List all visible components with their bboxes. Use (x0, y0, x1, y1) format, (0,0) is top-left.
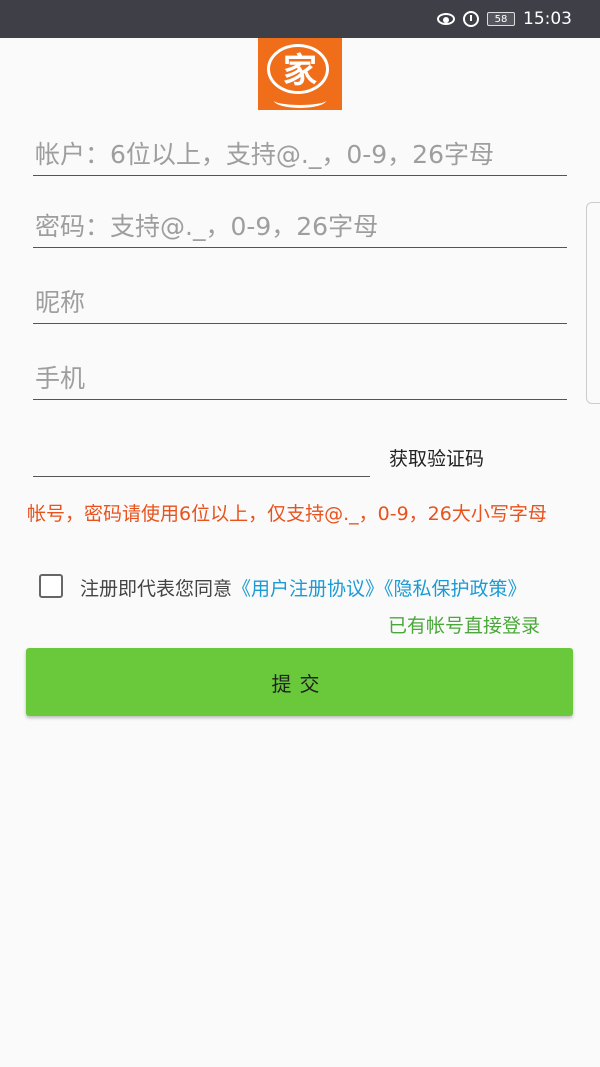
account-input[interactable]: 帐户：6位以上，支持@._，0-9，26字母 (33, 135, 567, 176)
eye-icon (437, 13, 455, 25)
password-input[interactable]: 密码：支持@._，0-9，26字母 (33, 207, 567, 248)
rules-hint: 帐号，密码请使用6位以上，仅支持@._，0-9，26大小写字母 (27, 503, 547, 525)
phone-placeholder: 手机 (35, 364, 86, 393)
battery-icon: 58 (487, 12, 515, 26)
password-placeholder: 密码：支持@._，0-9，26字母 (35, 212, 379, 241)
verification-code-input[interactable] (33, 436, 370, 477)
agreement-line: 注册即代表您同意《用户注册协议》《隐私保护政策》 (80, 574, 527, 601)
account-placeholder: 帐户：6位以上，支持@._，0-9，26字母 (35, 140, 494, 169)
agreement-text: 注册即代表您同意 (80, 578, 233, 600)
submit-button[interactable]: 提交 (26, 648, 573, 716)
agree-checkbox[interactable] (39, 574, 63, 598)
get-code-button[interactable]: 获取验证码 (389, 444, 484, 471)
logo-hands-icon (274, 93, 326, 108)
side-panel-edge (586, 202, 600, 404)
status-bar: 58 15:03 (0, 0, 600, 38)
nickname-placeholder: 昵称 (35, 288, 86, 317)
status-icons: 58 15:03 (437, 9, 572, 29)
privacy-policy-link[interactable]: 《隐私保护政策》 (384, 578, 527, 600)
phone-input[interactable]: 手机 (33, 359, 567, 400)
nickname-input[interactable]: 昵称 (33, 283, 567, 324)
clock-time: 15:03 (523, 9, 572, 29)
login-link[interactable]: 已有帐号直接登录 (388, 611, 540, 638)
logo-char: 家 (283, 51, 317, 91)
app-logo: 家 (258, 38, 342, 110)
alarm-icon (463, 11, 479, 27)
user-agreement-link[interactable]: 《用户注册协议》 (232, 578, 384, 600)
